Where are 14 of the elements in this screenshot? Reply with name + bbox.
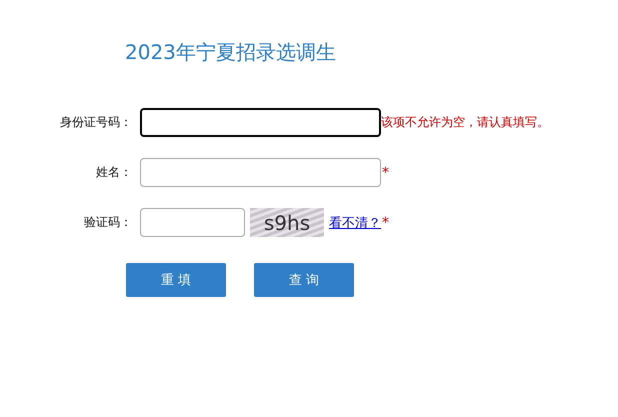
field-label: 姓名： [95, 164, 133, 181]
field-label: 身份证号码： [59, 114, 133, 131]
page-title: 2023年宁夏招录选调生 [125, 39, 336, 66]
input-field[interactable] [140, 108, 381, 137]
field-label: 验证码： [83, 214, 133, 231]
input-field[interactable] [140, 158, 381, 187]
required-mark: * [382, 214, 389, 230]
refresh-link[interactable]: 看不清？ [329, 214, 381, 232]
required-mark: * [382, 164, 389, 180]
form-button[interactable]: 查 询 [254, 263, 354, 297]
error-message: 该项不允许为空，请认真填写。 [381, 114, 549, 131]
form-button[interactable]: 重 填 [126, 263, 226, 297]
captcha-image: s9hs [250, 208, 324, 237]
input-field[interactable] [140, 208, 245, 237]
